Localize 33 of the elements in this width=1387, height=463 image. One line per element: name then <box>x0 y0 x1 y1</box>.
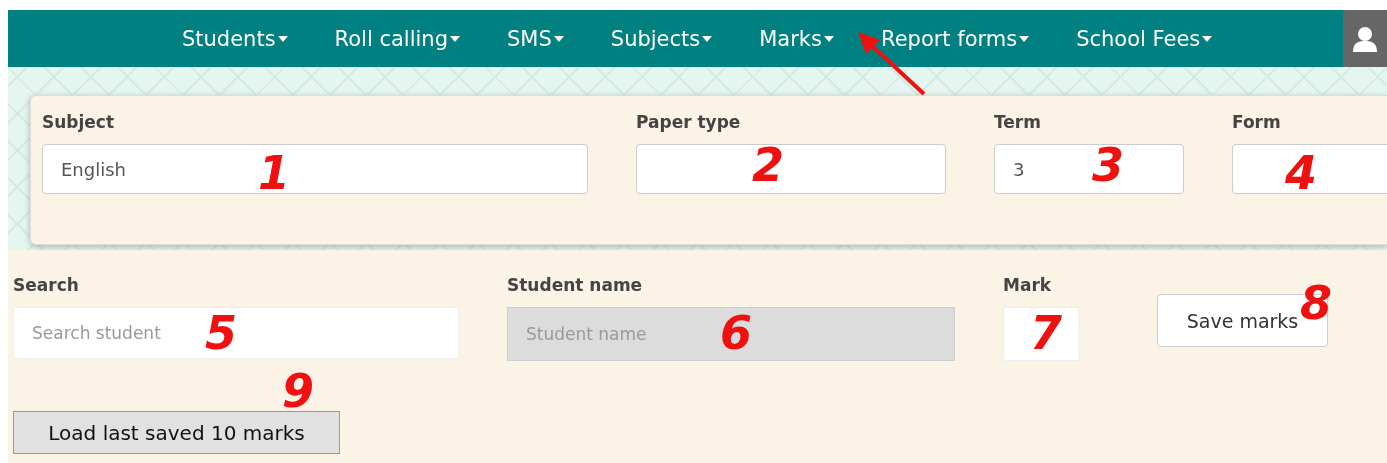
annotation-number: 9 <box>282 368 314 414</box>
load-marks-button[interactable]: Load last saved 10 marks <box>13 411 340 454</box>
annotation-number: 4 <box>1285 150 1317 196</box>
nav-menu-item[interactable]: Subjects <box>610 26 713 51</box>
nav-menu-item[interactable]: Marks <box>759 26 834 51</box>
annotation-number: 1 <box>258 150 290 196</box>
annotation-number: 6 <box>720 310 752 356</box>
caret-icon <box>553 35 564 42</box>
nav-menu-item[interactable]: Roll calling <box>334 26 460 51</box>
input-field[interactable] <box>1232 144 1387 194</box>
field-label: Student name <box>507 275 644 295</box>
annotation-number: 2 <box>752 142 784 188</box>
field-label: Mark <box>1003 275 1053 295</box>
nav-menu-item[interactable]: Students <box>182 26 288 51</box>
field-label: Search <box>13 275 80 295</box>
caret-icon <box>1202 35 1213 42</box>
caret-icon <box>277 35 288 42</box>
field-label: Subject <box>42 112 116 132</box>
annotation-number: 3 <box>1092 142 1124 188</box>
annotation-number: 7 <box>1030 310 1062 356</box>
input-field[interactable] <box>636 144 946 194</box>
caret-icon <box>824 35 834 42</box>
annotation-number: 5 <box>205 310 237 356</box>
nav-menu-item[interactable]: School Fees <box>1076 26 1213 51</box>
caret-icon <box>702 35 713 42</box>
nav-menu-item[interactable]: Report forms <box>881 26 1030 51</box>
user-icon[interactable] <box>1353 25 1377 52</box>
field-label: Term <box>994 112 1042 132</box>
caret-icon <box>1019 35 1030 42</box>
field-label: Form <box>1232 112 1282 132</box>
nav-menu-item[interactable]: SMS <box>507 26 564 51</box>
field-label: Paper type <box>636 112 742 132</box>
caret-icon <box>450 35 460 42</box>
